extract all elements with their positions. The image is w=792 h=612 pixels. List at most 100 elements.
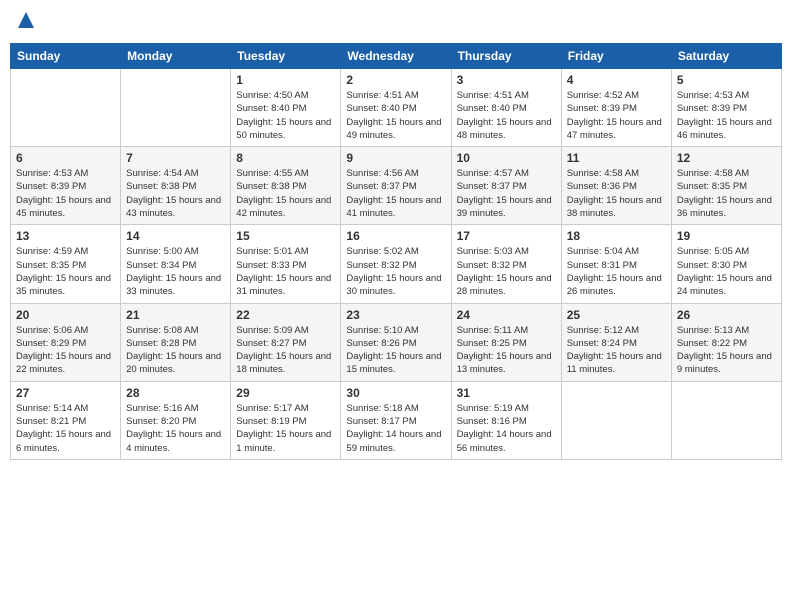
calendar-cell: 28 Sunrise: 5:16 AM Sunset: 8:20 PM Dayli… <box>121 381 231 459</box>
calendar-cell: 10 Sunrise: 4:57 AM Sunset: 8:37 PM Dayli… <box>451 147 561 225</box>
column-header-thursday: Thursday <box>451 44 561 69</box>
day-info: Sunrise: 4:51 AM Sunset: 8:40 PM Dayligh… <box>346 89 445 142</box>
calendar-cell: 23 Sunrise: 5:10 AM Sunset: 8:26 PM Dayli… <box>341 303 451 381</box>
calendar-cell: 20 Sunrise: 5:06 AM Sunset: 8:29 PM Dayli… <box>11 303 121 381</box>
day-number: 12 <box>677 151 776 165</box>
day-info: Sunrise: 5:09 AM Sunset: 8:27 PM Dayligh… <box>236 324 335 377</box>
calendar-cell: 31 Sunrise: 5:19 AM Sunset: 8:16 PM Dayli… <box>451 381 561 459</box>
calendar-cell: 8 Sunrise: 4:55 AM Sunset: 8:38 PM Daylig… <box>231 147 341 225</box>
calendar-cell: 14 Sunrise: 5:00 AM Sunset: 8:34 PM Dayli… <box>121 225 231 303</box>
calendar-cell: 2 Sunrise: 4:51 AM Sunset: 8:40 PM Daylig… <box>341 69 451 147</box>
day-number: 3 <box>457 73 556 87</box>
calendar-week-2: 6Sunrise: 4:53 AM Sunset: 8:39 PM Daylig… <box>11 147 782 225</box>
column-header-tuesday: Tuesday <box>231 44 341 69</box>
calendar-table: SundayMondayTuesdayWednesdayThursdayFrid… <box>10 43 782 460</box>
calendar-cell: 22 Sunrise: 5:09 AM Sunset: 8:27 PM Dayli… <box>231 303 341 381</box>
calendar-week-4: 20 Sunrise: 5:06 AM Sunset: 8:29 PM Dayli… <box>11 303 782 381</box>
day-number: 2 <box>346 73 445 87</box>
day-number: 10 <box>457 151 556 165</box>
day-number: 17 <box>457 229 556 243</box>
day-number: 29 <box>236 386 335 400</box>
calendar-cell: 4 Sunrise: 4:52 AM Sunset: 8:39 PM Daylig… <box>561 69 671 147</box>
calendar-week-3: 13 Sunrise: 4:59 AM Sunset: 8:35 PM Dayli… <box>11 225 782 303</box>
day-number: 20 <box>16 308 115 322</box>
day-number: 15 <box>236 229 335 243</box>
calendar-week-1: 1 Sunrise: 4:50 AM Sunset: 8:40 PM Daylig… <box>11 69 782 147</box>
day-info: Sunrise: 5:05 AM Sunset: 8:30 PM Dayligh… <box>677 245 776 298</box>
day-info: Sunrise: 4:56 AM Sunset: 8:37 PM Dayligh… <box>346 167 445 220</box>
calendar-cell: 26Sunrise: 5:13 AM Sunset: 8:22 PM Dayli… <box>671 303 781 381</box>
logo-text <box>14 10 36 35</box>
day-info: Sunrise: 5:04 AM Sunset: 8:31 PM Dayligh… <box>567 245 666 298</box>
day-info: Sunrise: 5:01 AM Sunset: 8:33 PM Dayligh… <box>236 245 335 298</box>
day-number: 25 <box>567 308 666 322</box>
day-number: 16 <box>346 229 445 243</box>
day-number: 1 <box>236 73 335 87</box>
day-number: 9 <box>346 151 445 165</box>
calendar-cell: 18 Sunrise: 5:04 AM Sunset: 8:31 PM Dayli… <box>561 225 671 303</box>
day-info: Sunrise: 4:52 AM Sunset: 8:39 PM Dayligh… <box>567 89 666 142</box>
day-number: 30 <box>346 386 445 400</box>
day-info: Sunrise: 5:06 AM Sunset: 8:29 PM Dayligh… <box>16 324 115 377</box>
day-info: Sunrise: 4:57 AM Sunset: 8:37 PM Dayligh… <box>457 167 556 220</box>
day-number: 7 <box>126 151 225 165</box>
calendar-cell <box>121 69 231 147</box>
calendar-cell: 12 Sunrise: 4:58 AM Sunset: 8:35 PM Dayli… <box>671 147 781 225</box>
day-number: 31 <box>457 386 556 400</box>
day-info: Sunrise: 5:03 AM Sunset: 8:32 PM Dayligh… <box>457 245 556 298</box>
calendar-cell: 29 Sunrise: 5:17 AM Sunset: 8:19 PM Dayli… <box>231 381 341 459</box>
calendar-cell: 25 Sunrise: 5:12 AM Sunset: 8:24 PM Dayli… <box>561 303 671 381</box>
day-number: 11 <box>567 151 666 165</box>
calendar-cell: 21Sunrise: 5:08 AM Sunset: 8:28 PM Dayli… <box>121 303 231 381</box>
calendar-cell: 27 Sunrise: 5:14 AM Sunset: 8:21 PM Dayli… <box>11 381 121 459</box>
day-info: Sunrise: 5:19 AM Sunset: 8:16 PM Dayligh… <box>457 402 556 455</box>
calendar-cell: 3 Sunrise: 4:51 AM Sunset: 8:40 PM Daylig… <box>451 69 561 147</box>
calendar-cell: 7Sunrise: 4:54 AM Sunset: 8:38 PM Daylig… <box>121 147 231 225</box>
column-header-sunday: Sunday <box>11 44 121 69</box>
day-info: Sunrise: 4:59 AM Sunset: 8:35 PM Dayligh… <box>16 245 115 298</box>
page-header <box>10 10 782 35</box>
day-info: Sunrise: 4:55 AM Sunset: 8:38 PM Dayligh… <box>236 167 335 220</box>
day-number: 4 <box>567 73 666 87</box>
calendar-cell <box>671 381 781 459</box>
calendar-header-row: SundayMondayTuesdayWednesdayThursdayFrid… <box>11 44 782 69</box>
day-number: 14 <box>126 229 225 243</box>
day-number: 28 <box>126 386 225 400</box>
day-number: 13 <box>16 229 115 243</box>
day-number: 6 <box>16 151 115 165</box>
calendar-cell: 30 Sunrise: 5:18 AM Sunset: 8:17 PM Dayli… <box>341 381 451 459</box>
calendar-cell: 1 Sunrise: 4:50 AM Sunset: 8:40 PM Daylig… <box>231 69 341 147</box>
day-info: Sunrise: 5:16 AM Sunset: 8:20 PM Dayligh… <box>126 402 225 455</box>
day-number: 27 <box>16 386 115 400</box>
column-header-saturday: Saturday <box>671 44 781 69</box>
day-number: 8 <box>236 151 335 165</box>
column-header-monday: Monday <box>121 44 231 69</box>
day-number: 21 <box>126 308 225 322</box>
day-number: 5 <box>677 73 776 87</box>
day-info: Sunrise: 5:10 AM Sunset: 8:26 PM Dayligh… <box>346 324 445 377</box>
day-info: Sunrise: 5:00 AM Sunset: 8:34 PM Dayligh… <box>126 245 225 298</box>
calendar-cell: 19 Sunrise: 5:05 AM Sunset: 8:30 PM Dayli… <box>671 225 781 303</box>
day-info: Sunrise: 4:51 AM Sunset: 8:40 PM Dayligh… <box>457 89 556 142</box>
day-info: Sunrise: 4:50 AM Sunset: 8:40 PM Dayligh… <box>236 89 335 142</box>
day-info: Sunrise: 5:11 AM Sunset: 8:25 PM Dayligh… <box>457 324 556 377</box>
column-header-friday: Friday <box>561 44 671 69</box>
day-number: 19 <box>677 229 776 243</box>
day-number: 23 <box>346 308 445 322</box>
calendar-cell <box>561 381 671 459</box>
column-header-wednesday: Wednesday <box>341 44 451 69</box>
day-number: 18 <box>567 229 666 243</box>
day-number: 24 <box>457 308 556 322</box>
day-number: 22 <box>236 308 335 322</box>
day-info: Sunrise: 5:18 AM Sunset: 8:17 PM Dayligh… <box>346 402 445 455</box>
day-info: Sunrise: 5:14 AM Sunset: 8:21 PM Dayligh… <box>16 402 115 455</box>
day-number: 26 <box>677 308 776 322</box>
day-info: Sunrise: 5:12 AM Sunset: 8:24 PM Dayligh… <box>567 324 666 377</box>
calendar-week-5: 27 Sunrise: 5:14 AM Sunset: 8:21 PM Dayli… <box>11 381 782 459</box>
day-info: Sunrise: 4:58 AM Sunset: 8:35 PM Dayligh… <box>677 167 776 220</box>
logo-icon <box>16 10 36 30</box>
day-info: Sunrise: 5:17 AM Sunset: 8:19 PM Dayligh… <box>236 402 335 455</box>
calendar-cell: 11Sunrise: 4:58 AM Sunset: 8:36 PM Dayli… <box>561 147 671 225</box>
calendar-cell <box>11 69 121 147</box>
calendar-cell: 13 Sunrise: 4:59 AM Sunset: 8:35 PM Dayli… <box>11 225 121 303</box>
